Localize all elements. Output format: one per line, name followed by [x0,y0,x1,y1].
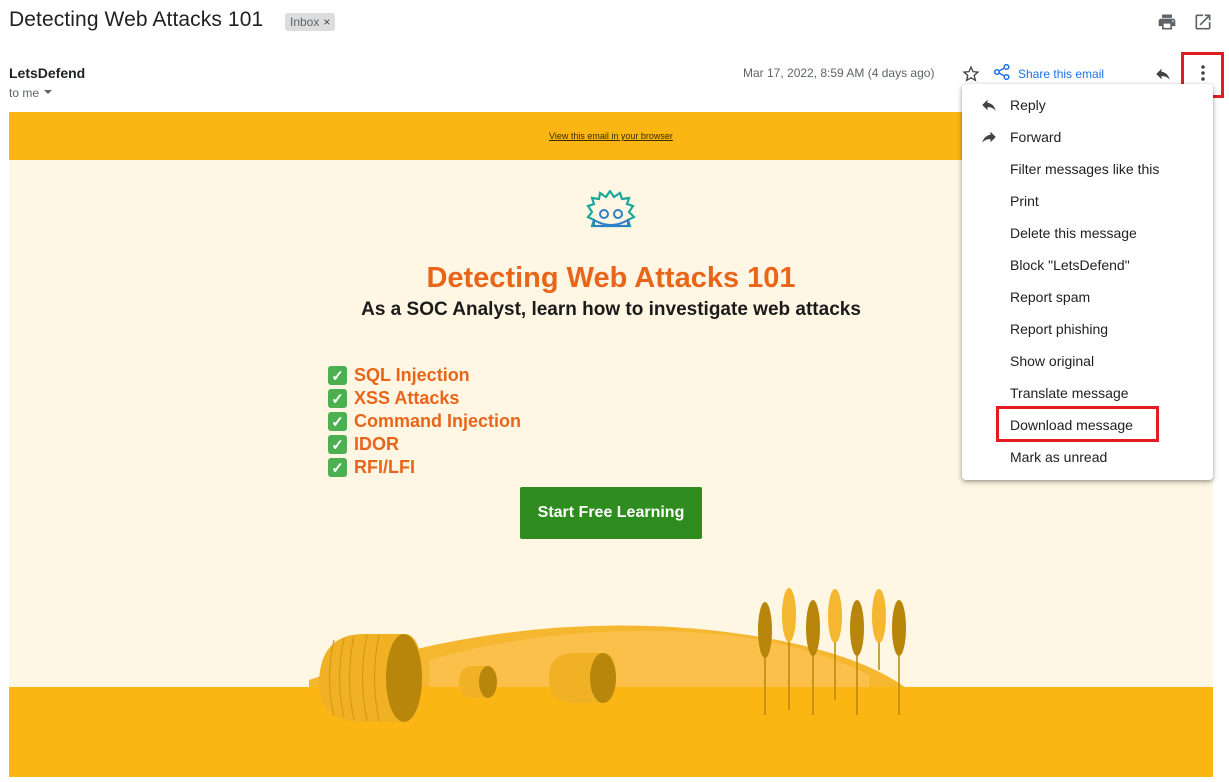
topic-label: IDOR [354,434,399,454]
menu-item-label: Print [1010,193,1039,209]
message-date: Mar 17, 2022, 8:59 AM (4 days ago) [743,66,935,80]
menu-item-block-sender[interactable]: Block "LetsDefend" [962,249,1213,281]
download-message-highlight [996,406,1159,442]
list-item: ✓ Command Injection [328,410,521,433]
open-in-new-window-icon[interactable] [1192,11,1214,33]
start-free-learning-button[interactable]: Start Free Learning [520,487,702,539]
share-icon [993,63,1010,83]
menu-item-label: Forward [1010,129,1062,145]
letsdefend-logo [584,189,638,237]
menu-item-delete[interactable]: Delete this message [962,217,1213,249]
check-mark-icon: ✓ [328,389,347,408]
menu-item-label: Filter messages like this [1010,161,1160,177]
menu-item-mark-unread[interactable]: Mark as unread [962,441,1213,473]
menu-item-show-original[interactable]: Show original [962,345,1213,377]
share-email-button[interactable]: Share this email [993,63,1105,83]
menu-item-label: Delete this message [1010,225,1137,241]
list-item: ✓ XSS Attacks [328,387,521,410]
reply-icon[interactable] [1152,63,1174,85]
topic-list: ✓ SQL Injection ✓ XSS Attacks ✓ Command … [328,364,521,479]
check-mark-icon: ✓ [328,412,347,431]
check-mark-icon: ✓ [328,366,347,385]
caret-down-icon [43,86,53,100]
list-item: ✓ RFI/LFI [328,456,521,479]
list-item: ✓ SQL Injection [328,364,521,387]
menu-item-translate[interactable]: Translate message [962,377,1213,409]
check-mark-icon: ✓ [328,458,347,477]
menu-item-label: Translate message [1010,385,1129,401]
menu-item-label: Show original [1010,353,1095,369]
menu-item-reply[interactable]: Reply [962,89,1213,121]
sender-name: LetsDefend [9,65,86,81]
recipients-label: to me [9,86,40,100]
topic-label: SQL Injection [354,365,470,385]
menu-item-label: Block "LetsDefend" [1010,257,1130,273]
email-subject: Detecting Web Attacks 101 [9,8,264,31]
menu-item-label: Mark as unread [1010,449,1108,465]
menu-item-report-spam[interactable]: Report spam [962,281,1213,313]
menu-item-label: Report spam [1010,289,1091,305]
topic-label: RFI/LFI [354,457,415,477]
menu-item-report-phishing[interactable]: Report phishing [962,313,1213,345]
menu-item-forward[interactable]: Forward [962,121,1213,153]
star-icon[interactable] [960,63,982,85]
menu-item-filter[interactable]: Filter messages like this [962,153,1213,185]
list-item: ✓ IDOR [328,433,521,456]
menu-item-print[interactable]: Print [962,185,1213,217]
topic-label: XSS Attacks [354,388,460,408]
remove-label-icon[interactable]: × [323,15,330,29]
inbox-label-text: Inbox [290,15,320,29]
share-label: Share this email [1018,66,1105,81]
email-footer-banner [9,687,1213,777]
inbox-label-chip[interactable]: Inbox × [285,13,336,31]
check-mark-icon: ✓ [328,435,347,454]
reply-icon [979,95,999,115]
topic-label: Command Injection [354,411,522,431]
menu-item-label: Report phishing [1010,321,1109,337]
menu-item-label: Reply [1010,97,1046,113]
print-icon[interactable] [1156,11,1178,33]
forward-icon [979,127,999,147]
recipients-toggle[interactable]: to me [9,86,53,100]
